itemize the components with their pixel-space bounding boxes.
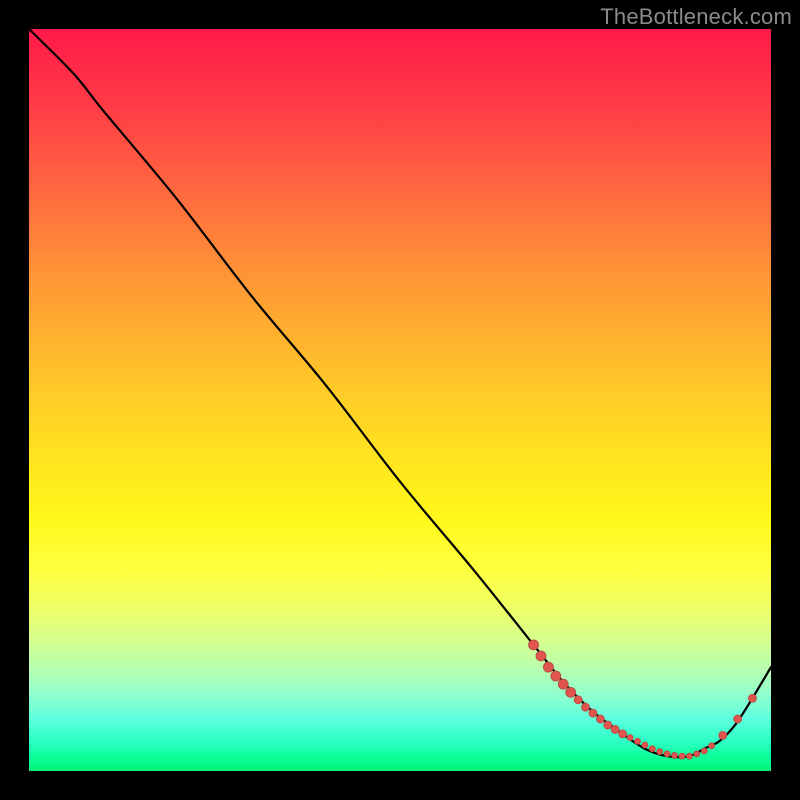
curve-marker xyxy=(566,687,576,697)
bottleneck-curve xyxy=(29,29,771,757)
curve-marker xyxy=(611,725,619,733)
curve-marker xyxy=(529,640,539,650)
curve-marker xyxy=(604,721,612,729)
curve-marker xyxy=(642,742,648,748)
bottleneck-curve-svg xyxy=(29,29,771,771)
curve-marker xyxy=(748,694,756,702)
curve-marker xyxy=(657,749,663,755)
curve-marker xyxy=(664,751,670,757)
curve-marker xyxy=(574,696,582,704)
curve-marker xyxy=(619,730,627,738)
curve-marker xyxy=(679,753,685,759)
curve-marker xyxy=(558,679,568,689)
curve-marker xyxy=(734,715,742,723)
curve-marker xyxy=(709,743,715,749)
curve-marker xyxy=(627,735,633,741)
curve-marker xyxy=(634,738,640,744)
watermark-text: TheBottleneck.com xyxy=(600,4,792,30)
curve-marker xyxy=(649,746,655,752)
curve-marker xyxy=(686,753,692,759)
curve-marker xyxy=(694,751,700,757)
curve-marker xyxy=(543,662,553,672)
plot-area xyxy=(29,29,771,771)
curve-marker xyxy=(589,709,597,717)
curve-marker xyxy=(701,748,707,754)
curve-markers xyxy=(529,640,757,759)
curve-marker xyxy=(596,715,604,723)
chart-frame: TheBottleneck.com xyxy=(0,0,800,800)
curve-marker xyxy=(551,671,561,681)
curve-marker xyxy=(582,703,590,711)
curve-marker xyxy=(719,731,727,739)
curve-marker xyxy=(536,651,546,661)
curve-marker xyxy=(672,752,678,758)
